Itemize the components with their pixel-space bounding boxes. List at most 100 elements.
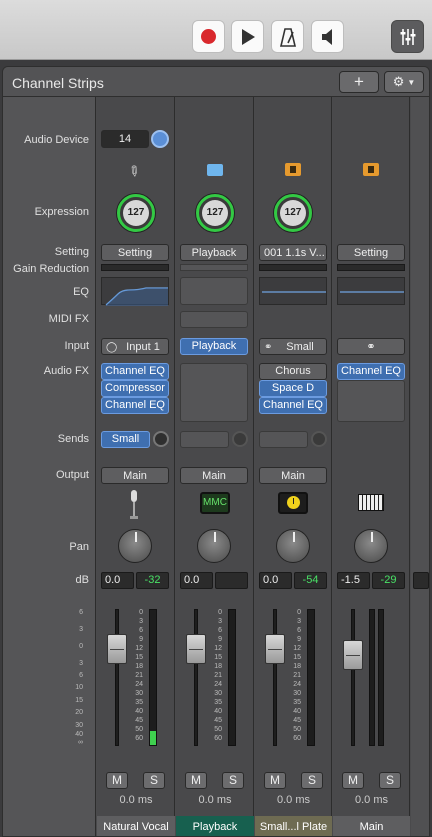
metronome-button[interactable] [271,20,304,53]
pan-knob[interactable] [197,529,231,563]
label-midi-fx: MIDI FX [48,313,89,325]
output-button[interactable]: Main [180,467,248,484]
row-labels: Audio Device Expression Setting Gain Red… [3,97,96,836]
midi-fx-slot[interactable] [180,311,248,328]
input-format-button[interactable]: ⚭ [337,338,405,355]
channel-name[interactable]: Main [333,816,410,836]
peak-value[interactable]: -32 [136,572,169,589]
label-pan: Pan [69,541,89,553]
volume-value[interactable]: 0.0 [180,572,213,589]
channel-name[interactable]: Small...l Plate [255,816,332,836]
send-slot-1[interactable]: Small [101,431,150,448]
folder-icon [207,164,223,176]
volume-fader[interactable] [186,634,206,664]
link-icon: ⚭ [264,342,273,353]
eq-curve-icon [105,287,168,306]
output-button[interactable]: Main [101,467,169,484]
solo-button[interactable]: S [301,772,323,789]
mixer-button[interactable] [391,20,424,53]
aux-folder-icon [363,163,379,176]
audio-fx-slot-3[interactable]: Channel EQ [259,397,327,414]
channel-name[interactable]: Natural Vocal [97,816,175,836]
speaker-button[interactable] [311,20,344,53]
input-button[interactable]: ◯ Input 1 [101,338,169,355]
channel-name[interactable]: Playback [176,816,254,836]
peak-value[interactable]: -29 [372,572,405,589]
pan-knob[interactable] [118,529,152,563]
setting-button[interactable]: 001 1.1s V... [259,244,327,261]
mute-button[interactable]: M [106,772,128,789]
audio-fx-slot-1[interactable]: Chorus [259,363,327,380]
volume-fader[interactable] [107,634,127,664]
channel-strip-small-plate: 127 001 1.1s V... ⚭ Small Chorus Space D … [255,97,332,836]
mmc-icon: MMC [200,492,230,514]
label-eq: EQ [73,286,89,298]
send-level-knob[interactable] [311,431,327,447]
link-icon: ⚭ [366,341,376,353]
eq-slot[interactable] [180,277,248,305]
solo-button[interactable]: S [143,772,165,789]
input-button[interactable]: Playback [180,338,248,355]
audio-fx-empty-slot[interactable] [337,380,405,422]
level-meter [149,609,157,746]
solo-button[interactable]: S [222,772,244,789]
eq-thumbnail[interactable] [337,277,405,305]
channel-strip-partial [411,97,429,836]
volume-value[interactable]: -1.5 [337,572,370,589]
audio-fx-slot-1[interactable]: Channel EQ [101,363,169,380]
volume-value[interactable]: 0.0 [259,572,292,589]
send-level-knob[interactable] [153,431,169,447]
mute-button[interactable]: M [264,772,286,789]
volume-fader[interactable] [265,634,285,664]
expression-knob[interactable]: 127 [117,194,155,232]
level-scale: 6 3 0 3 6 10 15 20 30 40 ∞ [75,609,83,746]
audio-fx-slot-2[interactable]: Compressor [101,380,169,397]
gain-reduction-meter [259,264,327,271]
volume-fader[interactable] [343,640,363,670]
delay-time: 0.0 ms [119,794,153,806]
audio-device-icon[interactable] [151,130,169,148]
label-audio-device: Audio Device [24,134,89,146]
peak-value[interactable] [215,572,248,589]
play-icon [241,28,255,45]
setting-button[interactable]: Setting [337,244,405,261]
record-button[interactable] [192,20,225,53]
expression-knob[interactable]: 127 [274,194,312,232]
volume-value[interactable]: 0.0 [101,572,134,589]
setting-button[interactable]: Playback [180,244,248,261]
channel-strip-main: Setting ⚭ Channel EQ -1.5 -29 M S 0.0 ms… [333,97,410,836]
input-button[interactable]: ⚭ Small [259,338,327,355]
chevron-down-icon: ▼ [407,77,416,87]
mute-button[interactable]: M [342,772,364,789]
pan-knob[interactable] [354,529,388,563]
audio-fx-slot-1[interactable]: Channel EQ [337,363,405,380]
audio-fx-slot-2[interactable]: Space D [259,380,327,397]
mute-button[interactable]: M [185,772,207,789]
gear-icon: ⚙ [392,74,405,89]
pan-knob[interactable] [276,529,310,563]
label-input: Input [64,340,89,352]
audio-fx-slot[interactable] [180,363,248,422]
play-button[interactable] [231,20,264,53]
audio-fx-slot-3[interactable]: Channel EQ [101,397,169,414]
settings-menu-button[interactable]: ⚙ ▼ [384,71,424,93]
fader-track [273,609,277,746]
label-sends: Sends [57,433,89,445]
level-meter-left [369,609,375,746]
expression-knob[interactable]: 127 [196,194,234,232]
eq-thumbnail[interactable] [101,277,169,306]
level-meter [307,609,315,746]
audio-device-field[interactable]: 14 [101,130,149,148]
microphone-icon: ✎ [124,161,144,182]
send-slot-1[interactable] [259,431,308,448]
peak-value[interactable]: -54 [294,572,327,589]
add-button[interactable]: + [339,71,379,93]
transport-toolbar [0,0,432,60]
label-expression: Expression [34,206,89,218]
output-button[interactable]: Main [259,467,327,484]
send-level-knob[interactable] [232,431,248,447]
solo-button[interactable]: S [379,772,401,789]
setting-button[interactable]: Setting [101,244,169,261]
eq-thumbnail[interactable] [259,277,327,305]
send-slot-1[interactable] [180,431,229,448]
